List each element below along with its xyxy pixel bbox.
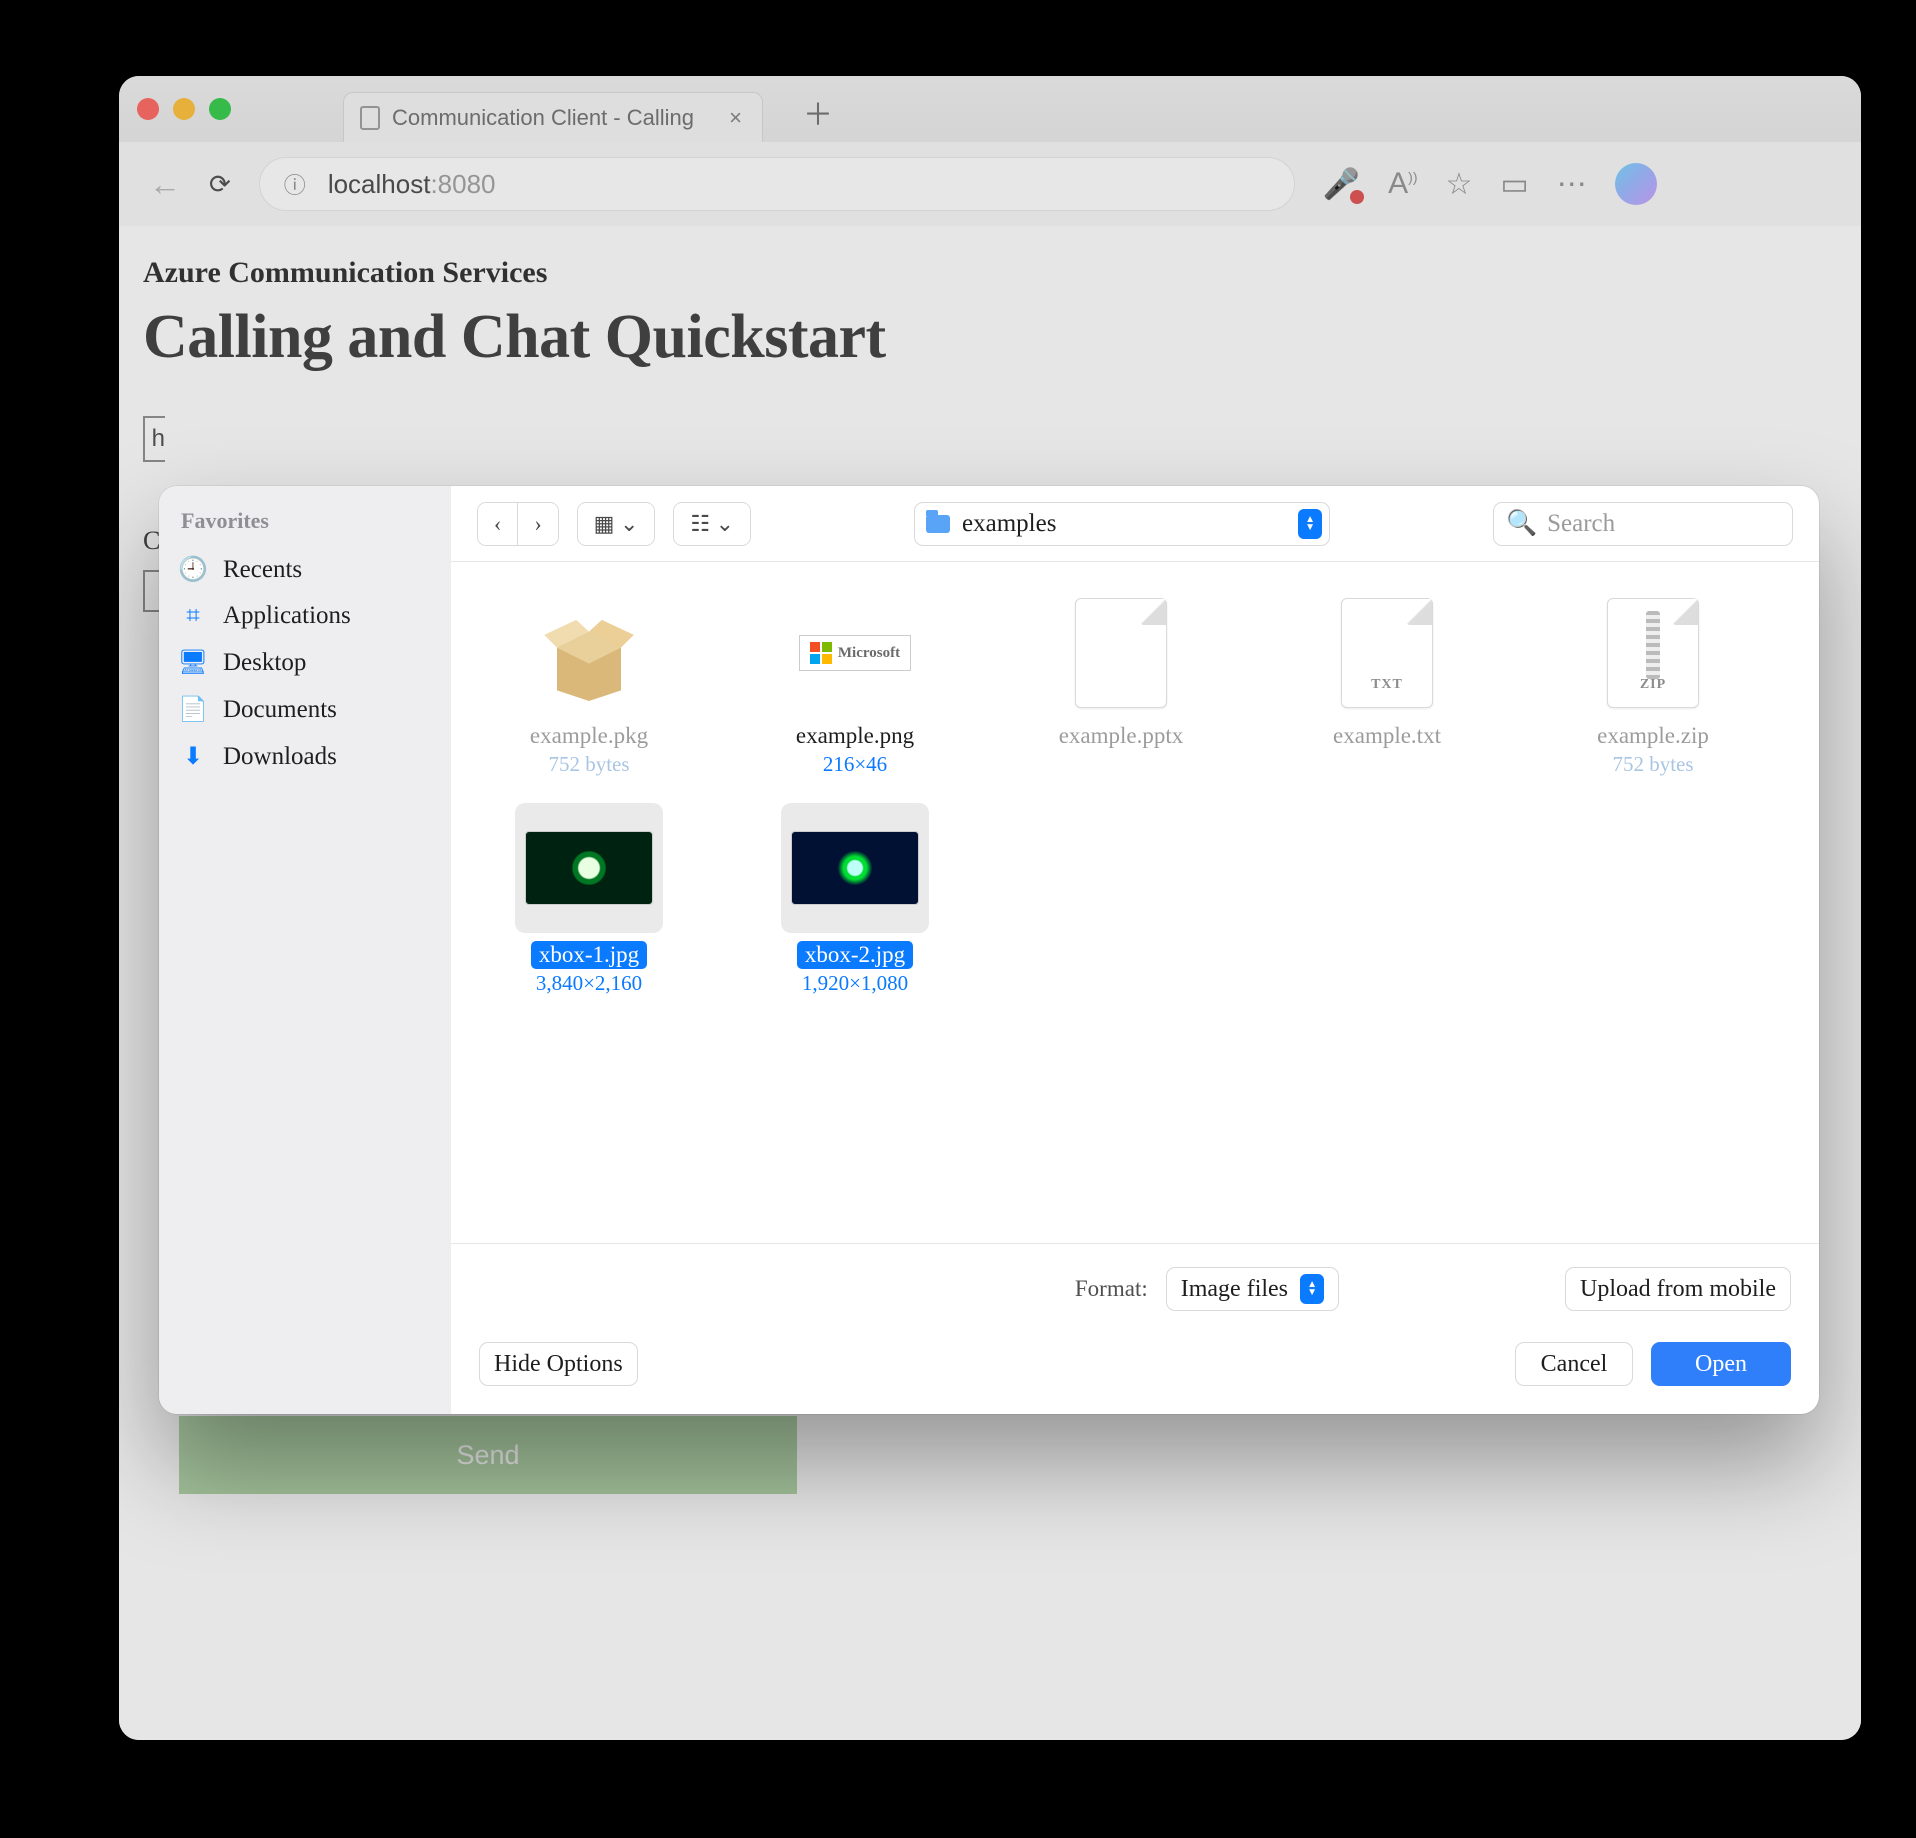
address-bar[interactable]: ⓘ localhost:8080 bbox=[259, 157, 1295, 211]
dialog-toolbar: ‹ › ▦ ⌄ ☷ ⌄ examples ▲▼ bbox=[451, 486, 1819, 562]
apps-icon: ⌗ bbox=[179, 603, 207, 630]
nav-back-button[interactable]: ‹ bbox=[478, 503, 517, 545]
collections-icon[interactable]: ▭ bbox=[1500, 167, 1528, 202]
window-zoom-dot[interactable] bbox=[209, 98, 231, 120]
file-item: ZIP example.zip 752 bytes bbox=[1529, 592, 1777, 777]
window-traffic-lights bbox=[137, 98, 231, 120]
format-disclosure-icon: ▲▼ bbox=[1300, 1274, 1324, 1304]
clock-icon: 🕘 bbox=[179, 555, 207, 584]
file-thumbnail bbox=[791, 813, 919, 923]
file-thumbnail bbox=[525, 813, 653, 923]
file-thumbnail bbox=[525, 598, 653, 708]
folder-icon bbox=[926, 515, 950, 533]
file-name: example.png bbox=[788, 722, 922, 750]
folder-popup[interactable]: examples ▲▼ bbox=[914, 502, 1330, 546]
view-icons-button[interactable]: ▦ ⌄ bbox=[578, 503, 655, 545]
file-item: example.pkg 752 bytes bbox=[465, 592, 713, 777]
file-grid[interactable]: example.pkg 752 bytes Microsoft example.… bbox=[451, 562, 1819, 1243]
browser-tabbar: Communication Client - Calling × ＋ bbox=[119, 76, 1861, 142]
search-icon: 🔍 bbox=[1506, 509, 1537, 538]
address-host: localhost bbox=[328, 169, 431, 200]
back-button[interactable]: ← bbox=[149, 166, 181, 203]
sidebar-section-header: Favorites bbox=[159, 504, 451, 546]
page-subtitle: Azure Communication Services bbox=[143, 256, 1837, 290]
address-port: :8080 bbox=[430, 169, 495, 200]
search-placeholder: Search bbox=[1547, 510, 1615, 538]
window-close-dot[interactable] bbox=[137, 98, 159, 120]
cancel-button[interactable]: Cancel bbox=[1515, 1342, 1633, 1386]
file-item[interactable]: xbox-2.jpg 1,920×1,080 bbox=[731, 803, 979, 996]
file-name: xbox-2.jpg bbox=[797, 941, 913, 969]
file-meta: 3,840×2,160 bbox=[536, 971, 642, 996]
file-thumbnail: Microsoft bbox=[791, 598, 919, 708]
folder-disclosure-icon: ▲▼ bbox=[1298, 509, 1322, 539]
doc-icon: 📄 bbox=[179, 695, 207, 724]
view-switch-icons: ▦ ⌄ bbox=[577, 502, 656, 546]
tab-title: Communication Client - Calling bbox=[392, 105, 694, 131]
current-folder-name: examples bbox=[962, 510, 1056, 538]
new-tab-button[interactable]: ＋ bbox=[803, 90, 833, 134]
format-label: Format: bbox=[1075, 1276, 1148, 1302]
reload-button[interactable]: ⟳ bbox=[209, 169, 231, 200]
file-name: example.pptx bbox=[1051, 722, 1192, 750]
file-thumbnail: TXT bbox=[1323, 598, 1451, 708]
sidebar-item-label: Documents bbox=[223, 696, 337, 724]
hide-options-button[interactable]: Hide Options bbox=[479, 1342, 638, 1386]
file-name: example.zip bbox=[1589, 722, 1717, 750]
page-icon bbox=[360, 106, 380, 130]
file-meta: 752 bytes bbox=[1612, 752, 1693, 777]
browser-toolbar: ← ⟳ ⓘ localhost:8080 🎤 A)) ☆ ▭ ⋯ bbox=[119, 142, 1861, 226]
format-popup[interactable]: Image files ▲▼ bbox=[1166, 1267, 1339, 1311]
sidebar-item-desktop[interactable]: 🖥 Desktop bbox=[159, 639, 451, 686]
file-meta: 752 bytes bbox=[548, 752, 629, 777]
file-open-dialog: Favorites 🕘 Recents ⌗ Applications 🖥 Desktop 📄… bbox=[159, 486, 1819, 1414]
file-meta: 216×46 bbox=[823, 752, 887, 777]
upload-from-mobile-button[interactable]: Upload from mobile bbox=[1565, 1267, 1791, 1311]
file-item[interactable]: Microsoft example.png 216×46 bbox=[731, 592, 979, 777]
site-info-icon[interactable]: ⓘ bbox=[284, 168, 306, 200]
browser-tab[interactable]: Communication Client - Calling × bbox=[343, 92, 763, 142]
file-name: xbox-1.jpg bbox=[531, 941, 647, 969]
open-button[interactable]: Open bbox=[1651, 1342, 1791, 1386]
dialog-sidebar: Favorites 🕘 Recents ⌗ Applications 🖥 Desktop 📄… bbox=[159, 486, 451, 1414]
format-value: Image files bbox=[1181, 1276, 1288, 1303]
file-thumbnail: ZIP bbox=[1589, 598, 1717, 708]
sidebar-item-label: Downloads bbox=[223, 743, 337, 771]
partial-input[interactable]: h bbox=[143, 416, 165, 462]
more-icon[interactable]: ⋯ bbox=[1557, 167, 1587, 202]
file-name: example.pkg bbox=[522, 722, 656, 750]
file-name: example.txt bbox=[1325, 722, 1449, 750]
favorite-star-icon[interactable]: ☆ bbox=[1446, 167, 1473, 202]
nav-history: ‹ › bbox=[477, 502, 559, 546]
sidebar-item-applications[interactable]: ⌗ Applications bbox=[159, 593, 451, 639]
group-switch: ☷ ⌄ bbox=[673, 502, 751, 546]
page-title: Calling and Chat Quickstart bbox=[143, 302, 1837, 373]
sidebar-item-label: Desktop bbox=[223, 649, 306, 677]
sidebar-item-label: Recents bbox=[223, 556, 302, 584]
sidebar-item-recents[interactable]: 🕘 Recents bbox=[159, 546, 451, 593]
file-item[interactable]: xbox-1.jpg 3,840×2,160 bbox=[465, 803, 713, 996]
dialog-search-input[interactable]: 🔍 Search bbox=[1493, 502, 1793, 546]
send-button[interactable]: Send bbox=[179, 1416, 797, 1494]
partial-label: C bbox=[143, 526, 160, 556]
desktop-icon: 🖥 bbox=[179, 648, 207, 677]
file-item: TXT example.txt bbox=[1263, 592, 1511, 777]
download-icon: ⬇ bbox=[179, 742, 207, 771]
copilot-icon[interactable] bbox=[1615, 163, 1657, 205]
read-aloud-icon[interactable]: A)) bbox=[1388, 167, 1417, 201]
file-thumbnail bbox=[1057, 598, 1185, 708]
nav-forward-button[interactable]: › bbox=[517, 503, 557, 545]
group-button[interactable]: ☷ ⌄ bbox=[674, 503, 750, 545]
sidebar-item-documents[interactable]: 📄 Documents bbox=[159, 686, 451, 733]
mic-icon[interactable]: 🎤 bbox=[1323, 167, 1360, 202]
sidebar-item-label: Applications bbox=[223, 602, 351, 630]
file-item: example.pptx bbox=[997, 592, 1245, 777]
file-meta: 1,920×1,080 bbox=[802, 971, 908, 996]
tab-close-icon[interactable]: × bbox=[729, 105, 742, 131]
window-minimize-dot[interactable] bbox=[173, 98, 195, 120]
sidebar-item-downloads[interactable]: ⬇ Downloads bbox=[159, 733, 451, 780]
